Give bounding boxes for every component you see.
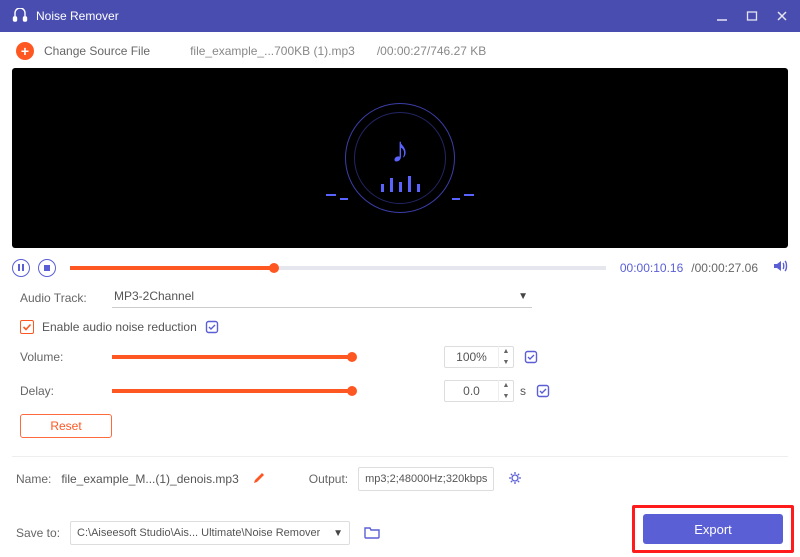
audio-track-value: MP3-2Channel bbox=[114, 289, 194, 303]
delay-step-up[interactable]: ▲ bbox=[499, 380, 513, 391]
output-bar: Name: file_example_M...(1)_denois.mp3 Ou… bbox=[12, 467, 788, 545]
preview-area: ♪ bbox=[12, 68, 788, 248]
equalizer-bars-icon bbox=[381, 176, 420, 192]
delay-slider[interactable] bbox=[112, 389, 352, 393]
delay-unit: s bbox=[520, 384, 526, 398]
volume-step-down[interactable]: ▼ bbox=[499, 357, 513, 368]
equalizer-dashes-icon bbox=[452, 198, 460, 200]
minimize-button[interactable] bbox=[716, 10, 728, 22]
delay-label: Delay: bbox=[20, 384, 112, 398]
audio-track-select[interactable]: MP3-2Channel ▼ bbox=[112, 287, 532, 308]
source-meta: /00:00:27/746.27 KB bbox=[377, 44, 486, 58]
delay-row: Delay: 0.0 ▲▼ s bbox=[20, 380, 758, 402]
audio-track-row: Audio Track: MP3-2Channel ▼ bbox=[20, 287, 758, 308]
equalizer-dashes-icon bbox=[464, 194, 474, 196]
pause-button[interactable] bbox=[12, 259, 30, 277]
volume-value: 100% bbox=[445, 350, 498, 364]
source-bar: + Change Source File file_example_...700… bbox=[12, 40, 788, 68]
delay-value: 0.0 bbox=[445, 384, 498, 398]
noise-reduction-row: Enable audio noise reduction bbox=[20, 320, 758, 334]
progress-slider[interactable] bbox=[70, 266, 606, 270]
source-filename: file_example_...700KB (1).mp3 bbox=[190, 44, 355, 58]
export-button[interactable]: Export bbox=[643, 514, 783, 544]
delay-input[interactable]: 0.0 ▲▼ bbox=[444, 380, 514, 402]
change-source-label[interactable]: Change Source File bbox=[44, 44, 150, 58]
delay-step-down[interactable]: ▼ bbox=[499, 391, 513, 402]
volume-input[interactable]: 100% ▲▼ bbox=[444, 346, 514, 368]
save-path-select[interactable]: C:\Aiseesoft Studio\Ais... Ultimate\Nois… bbox=[70, 521, 350, 545]
name-label: Name: bbox=[16, 472, 51, 486]
output-name-value: file_example_M...(1)_denois.mp3 bbox=[61, 472, 238, 486]
open-folder-icon[interactable] bbox=[364, 525, 380, 542]
time-total: /00:00:27.06 bbox=[691, 261, 758, 275]
volume-slider[interactable] bbox=[112, 355, 352, 359]
close-button[interactable] bbox=[776, 10, 788, 22]
music-note-icon: ♪ bbox=[391, 129, 409, 171]
audio-track-label: Audio Track: bbox=[20, 291, 112, 305]
volume-icon[interactable] bbox=[772, 258, 788, 277]
export-highlight: Export bbox=[632, 505, 794, 553]
divider bbox=[12, 456, 788, 457]
add-source-button[interactable]: + bbox=[16, 42, 34, 60]
reset-button[interactable]: Reset bbox=[20, 414, 112, 438]
time-current: 00:00:10.16 bbox=[620, 261, 683, 275]
app-title: Noise Remover bbox=[36, 9, 716, 23]
output-format-value: mp3;2;48000Hz;320kbps bbox=[365, 473, 487, 485]
output-settings-icon[interactable] bbox=[508, 471, 522, 488]
volume-label: Volume: bbox=[20, 350, 112, 364]
stop-button[interactable] bbox=[38, 259, 56, 277]
output-format-select[interactable]: mp3;2;48000Hz;320kbps bbox=[358, 467, 494, 491]
edit-name-icon[interactable] bbox=[253, 472, 265, 487]
output-label: Output: bbox=[309, 472, 348, 486]
noise-reduction-checkbox[interactable] bbox=[20, 320, 34, 334]
title-bar: Noise Remover bbox=[0, 0, 800, 32]
noise-reduction-label: Enable audio noise reduction bbox=[42, 320, 197, 334]
equalizer-dashes-icon bbox=[326, 194, 336, 196]
equalizer-dashes-icon bbox=[340, 198, 348, 200]
volume-apply-icon[interactable] bbox=[524, 350, 538, 364]
volume-row: Volume: 100% ▲▼ bbox=[20, 346, 758, 368]
playback-controls: 00:00:10.16/00:00:27.06 bbox=[12, 258, 788, 277]
preview-visualizer: ♪ bbox=[345, 103, 455, 213]
volume-step-up[interactable]: ▲ bbox=[499, 346, 513, 357]
noise-settings-icon[interactable] bbox=[205, 320, 219, 334]
save-path-value: C:\Aiseesoft Studio\Ais... Ultimate\Nois… bbox=[77, 527, 320, 539]
maximize-button[interactable] bbox=[746, 10, 758, 22]
app-logo-icon bbox=[12, 8, 28, 24]
save-to-label: Save to: bbox=[16, 526, 60, 540]
chevron-down-icon: ▼ bbox=[518, 291, 528, 302]
chevron-down-icon: ▼ bbox=[333, 528, 343, 539]
delay-apply-icon[interactable] bbox=[536, 384, 550, 398]
